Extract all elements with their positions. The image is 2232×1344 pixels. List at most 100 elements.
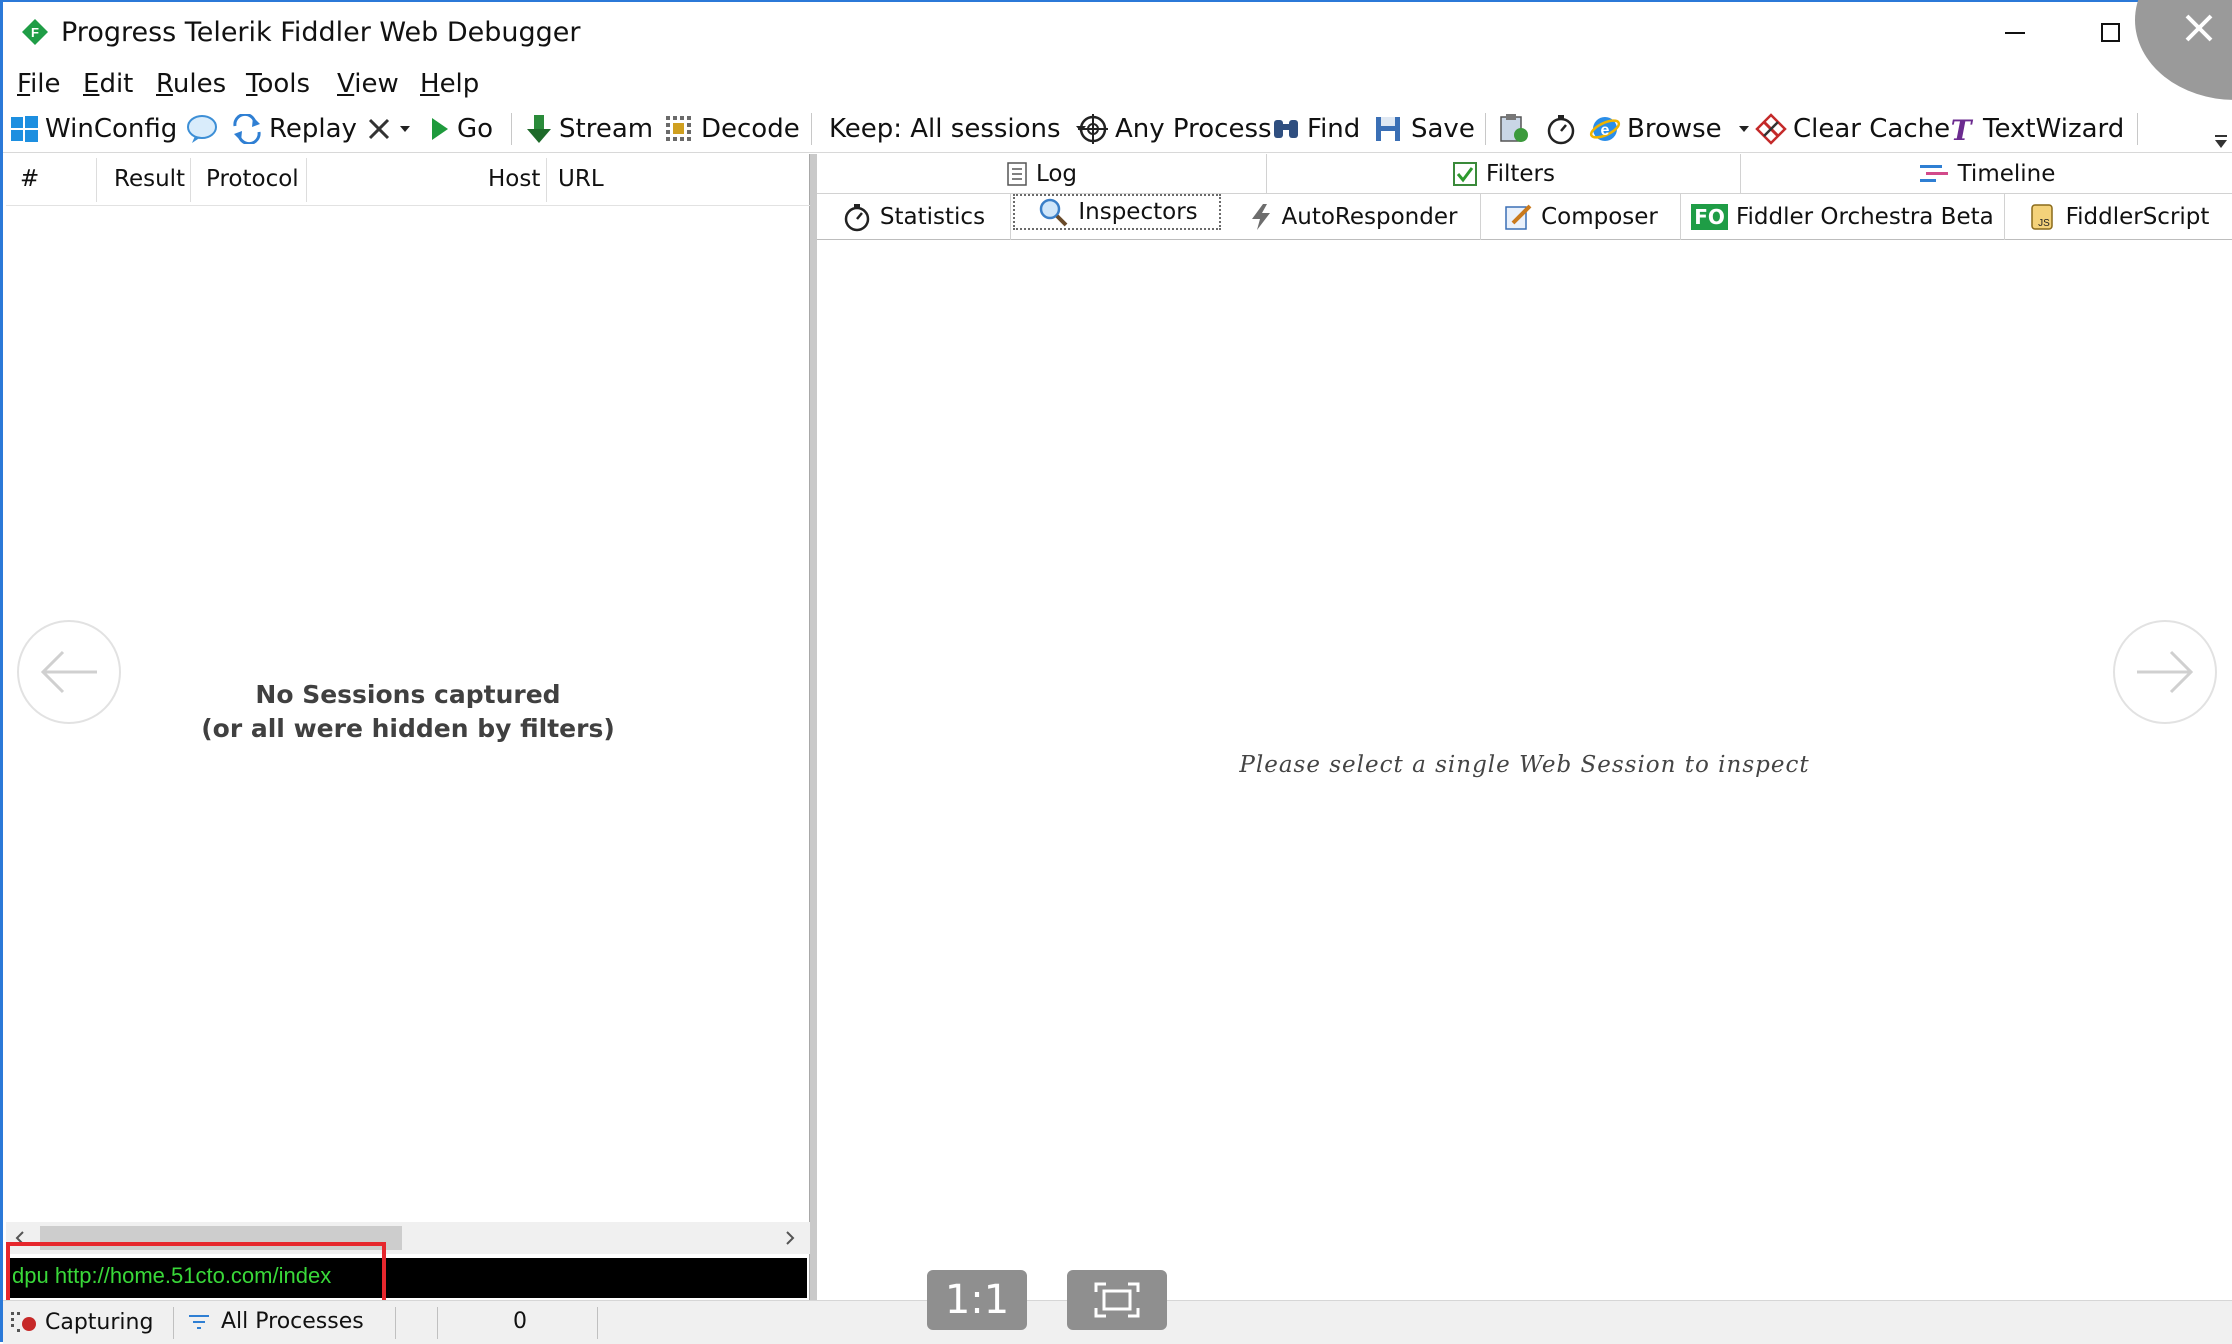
- winconfig-button[interactable]: WinConfig: [9, 109, 177, 149]
- timeline-bars-icon: [1919, 165, 1948, 182]
- capture-grid-icon: [11, 1312, 36, 1332]
- column-divider[interactable]: [306, 158, 307, 202]
- minimize-button[interactable]: [1975, 2, 2055, 62]
- find-button[interactable]: Find: [1271, 109, 1360, 149]
- menu-tools-label: ools: [257, 69, 311, 99]
- next-image-button[interactable]: [2113, 620, 2217, 724]
- tab-filters-label: Filters: [1486, 161, 1555, 187]
- keep-sessions-dropdown[interactable]: Keep: All sessions: [829, 109, 1097, 149]
- tab-timeline[interactable]: Timeline: [1741, 154, 2232, 194]
- fiddler-orchestra-badge-icon: FO: [1691, 204, 1728, 230]
- menu-rules-label: ules: [172, 69, 227, 99]
- arrow-left-icon: [40, 650, 97, 694]
- menu-bar: File Edit Rules Tools View Help: [3, 64, 2232, 104]
- maximize-button[interactable]: [2063, 2, 2143, 62]
- tab-fiddlerscript-label: FiddlerScript: [2065, 204, 2210, 230]
- arrow-right-icon: [2137, 650, 2194, 694]
- stream-button[interactable]: Stream: [525, 109, 653, 149]
- capturing-toggle[interactable]: Capturing: [9, 1309, 153, 1335]
- tab-row-bottom: Statistics Inspectors AutoResponder Comp…: [817, 194, 2232, 240]
- decode-label: Decode: [701, 114, 800, 144]
- tab-inspectors[interactable]: Inspectors: [1013, 194, 1221, 230]
- tab-autoresponder[interactable]: AutoResponder: [1225, 194, 1481, 240]
- menu-tools[interactable]: Tools: [246, 67, 310, 101]
- window-title: Progress Telerik Fiddler Web Debugger: [61, 17, 581, 48]
- tab-fiddlerscript[interactable]: JS FiddlerScript: [2005, 194, 2232, 240]
- checkbox-checked-icon: [1453, 162, 1478, 186]
- menu-edit-mnemonic: E: [83, 69, 100, 99]
- binoculars-icon: [1274, 120, 1298, 138]
- sessions-pane[interactable]: # Result Protocol Host URL No Sessions c…: [6, 154, 810, 1314]
- tab-log[interactable]: Log: [817, 154, 1267, 194]
- no-sessions-message: No Sessions captured (or all were hidden…: [6, 678, 810, 746]
- browse-button[interactable]: e Browse: [1589, 109, 1760, 149]
- menu-help[interactable]: Help: [420, 67, 479, 101]
- any-process-button[interactable]: Any Process: [1077, 109, 1272, 149]
- pane-splitter[interactable]: [810, 154, 817, 1300]
- any-process-label: Any Process: [1115, 114, 1272, 144]
- tab-filters[interactable]: Filters: [1267, 154, 1741, 194]
- fiddler-window: F Progress Telerik Fiddler Web Debugger …: [0, 0, 2232, 1344]
- crosshair-icon: [1078, 114, 1108, 144]
- remove-sessions-dropdown[interactable]: [365, 109, 417, 149]
- save-button[interactable]: Save: [1373, 109, 1475, 149]
- tab-log-label: Log: [1035, 161, 1078, 187]
- filter-lines-icon: [189, 1314, 209, 1329]
- menu-file[interactable]: File: [17, 67, 61, 101]
- clear-cache-button[interactable]: Clear Cache: [1755, 109, 1950, 149]
- tab-composer[interactable]: Composer: [1481, 194, 1681, 240]
- replay-button[interactable]: Replay: [231, 109, 357, 149]
- magnifier-icon: [1040, 198, 1068, 227]
- replay-arrows-icon: [233, 114, 261, 144]
- column-url[interactable]: URL: [558, 166, 604, 192]
- toolbar: WinConfig Replay Go Stream Decode Keep: …: [3, 105, 2232, 153]
- chevron-down-icon: [400, 126, 410, 132]
- menu-edit-label: dit: [99, 69, 134, 99]
- select-session-message: Please select a single Web Session to in…: [1239, 752, 1810, 778]
- column-divider[interactable]: [190, 158, 191, 202]
- remove-x-icon: [368, 118, 390, 140]
- textwizard-button[interactable]: T TextWizard: [1947, 109, 2125, 149]
- column-number[interactable]: #: [20, 166, 39, 192]
- decode-grid-icon: [666, 116, 691, 141]
- menu-edit[interactable]: Edit: [83, 67, 133, 101]
- fiddler-logo-icon: F: [22, 19, 48, 45]
- actual-size-button[interactable]: 1:1: [927, 1270, 1027, 1330]
- winconfig-label: WinConfig: [45, 114, 178, 144]
- fit-screen-icon: [1094, 1282, 1140, 1318]
- menu-view-label: iew: [354, 69, 399, 99]
- tab-fiddler-orchestra[interactable]: FO Fiddler Orchestra Beta: [1681, 194, 2005, 240]
- comment-button[interactable]: [185, 109, 225, 149]
- column-result[interactable]: Result: [114, 166, 185, 192]
- process-filter[interactable]: All Processes: [187, 1309, 364, 1334]
- go-label: Go: [457, 114, 494, 144]
- stopwatch-icon: [844, 204, 870, 232]
- previous-image-button[interactable]: [17, 620, 121, 724]
- svg-text:e: e: [1601, 122, 1610, 139]
- menu-view[interactable]: View: [337, 67, 399, 101]
- replay-label: Replay: [269, 114, 357, 144]
- decode-button[interactable]: Decode: [663, 109, 800, 149]
- no-sessions-line1: No Sessions captured: [255, 680, 561, 709]
- fit-to-window-button[interactable]: [1067, 1270, 1167, 1330]
- go-button[interactable]: Go: [429, 109, 493, 149]
- column-protocol[interactable]: Protocol: [206, 166, 299, 192]
- menu-rules[interactable]: Rules: [156, 67, 226, 101]
- browser-e-icon: e: [1589, 117, 1621, 141]
- tab-statistics[interactable]: Statistics: [817, 194, 1011, 240]
- screenshot-button[interactable]: [1497, 109, 1537, 149]
- stream-arrow-icon: [527, 115, 551, 143]
- column-divider[interactable]: [96, 158, 97, 202]
- scroll-right-icon[interactable]: [782, 1230, 798, 1246]
- column-host[interactable]: Host: [488, 166, 540, 192]
- status-separator: [597, 1307, 598, 1339]
- save-disk-icon: [1376, 117, 1400, 141]
- clipboard-camera-icon: [1500, 114, 1528, 142]
- timer-button[interactable]: [1545, 109, 1583, 149]
- inspector-pane: Log Filters Timeline Statistics Inspecto…: [817, 154, 2232, 1300]
- toolbar-overflow-icon[interactable]: [2213, 133, 2229, 151]
- session-count: 0: [513, 1309, 527, 1334]
- tab-row-top: Log Filters Timeline: [817, 154, 2232, 194]
- column-divider[interactable]: [546, 158, 547, 202]
- status-separator: [395, 1307, 396, 1339]
